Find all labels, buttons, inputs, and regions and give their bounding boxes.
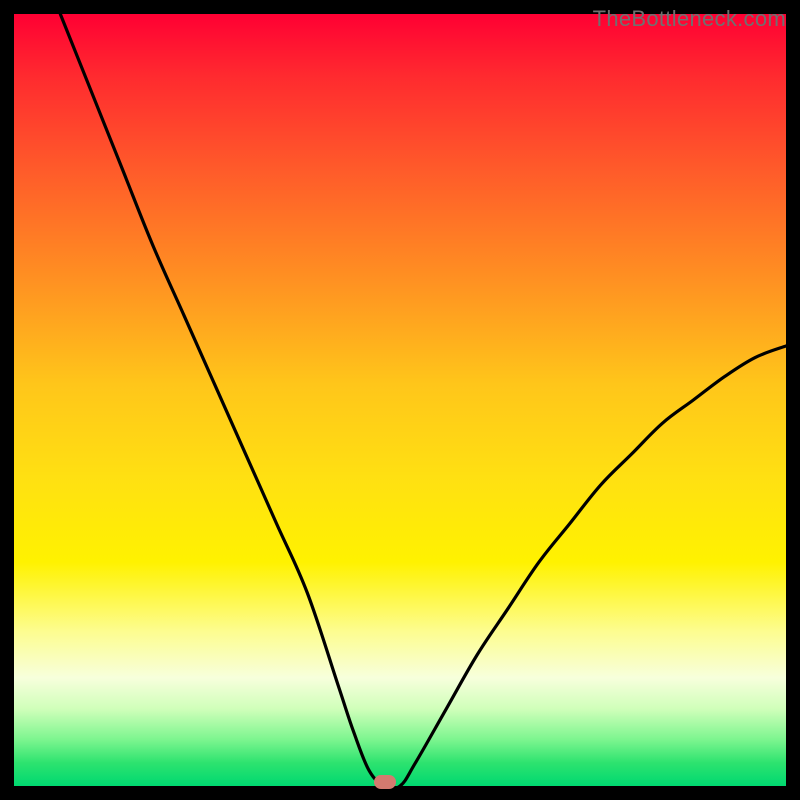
chart-stage: TheBottleneck.com — [0, 0, 800, 800]
plot-area — [14, 14, 786, 786]
optimal-point-marker — [374, 775, 396, 789]
bottleneck-curve — [14, 14, 786, 786]
